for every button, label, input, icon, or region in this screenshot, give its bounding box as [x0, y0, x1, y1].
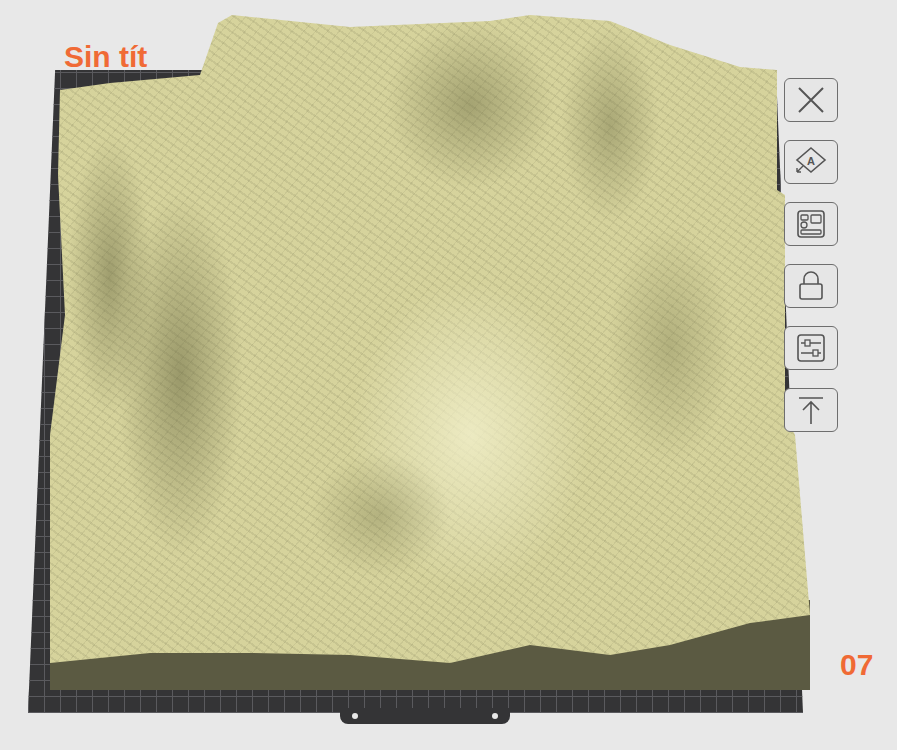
- settings-button[interactable]: [784, 326, 838, 370]
- to-top-button[interactable]: [784, 388, 838, 432]
- plate-number: 07: [840, 648, 873, 682]
- auto-orient-icon: A: [791, 146, 831, 178]
- move-to-top-icon: [791, 394, 831, 426]
- arrange-icon: [791, 208, 831, 240]
- plate-toolbar: A: [784, 78, 838, 432]
- viewport-3d[interactable]: Sin tít A 07: [0, 0, 897, 750]
- close-button[interactable]: [784, 78, 838, 122]
- plate-title: Sin tít: [64, 40, 147, 74]
- lock-icon: [791, 270, 831, 302]
- lock-button[interactable]: [784, 264, 838, 308]
- auto-orient-button[interactable]: A: [784, 140, 838, 184]
- plate-tab: [340, 708, 510, 724]
- sliders-icon: [791, 332, 831, 364]
- arrange-button[interactable]: [784, 202, 838, 246]
- close-icon: [791, 84, 831, 116]
- terrain-model[interactable]: [50, 15, 810, 675]
- svg-text:A: A: [807, 155, 815, 167]
